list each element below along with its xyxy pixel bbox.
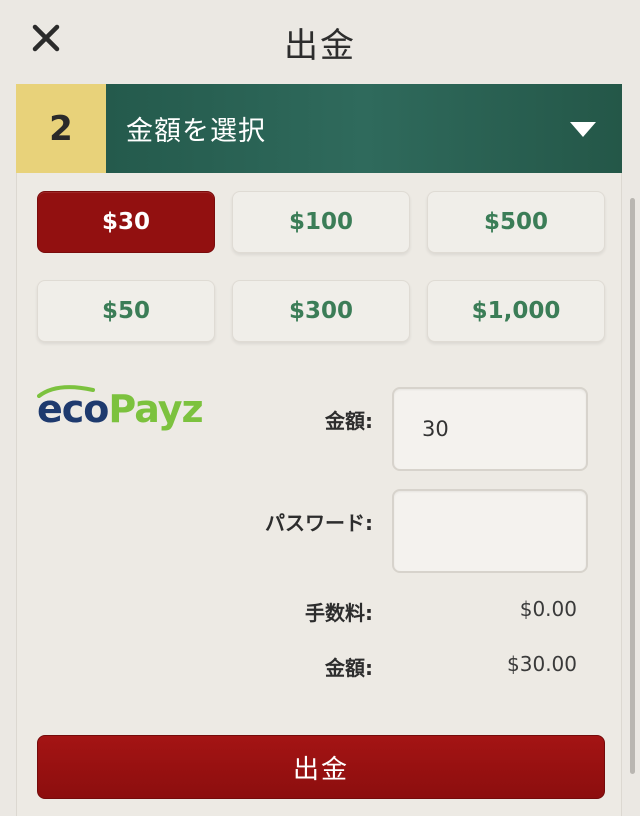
step-label: 金額を選択 [126,116,266,147]
fee-value: $0.00 [519,597,577,621]
step-number: 2 [16,84,106,173]
amount-button-300[interactable]: $300 [232,280,410,342]
amount-button-30[interactable]: $30 [37,191,215,253]
password-input[interactable] [392,489,588,573]
password-label: パスワード: [265,511,373,535]
header: 出金 [0,0,640,82]
logo-swoosh-icon [37,385,95,398]
total-value: $30.00 [507,652,577,676]
amount-label: 金額: [325,409,373,433]
total-label: 金額: [325,656,373,680]
amount-button-50[interactable]: $50 [37,280,215,342]
amount-button-500[interactable]: $500 [427,191,605,253]
step-selector[interactable]: 2 金額を選択 [16,84,622,173]
withdraw-button[interactable]: 出金 [37,735,605,799]
fee-label: 手数料: [305,601,373,625]
scrollbar[interactable] [630,198,635,774]
ecopayz-logo: ecoPayz [37,385,204,431]
caret-down-icon [570,122,596,137]
page-title: 出金 [284,26,356,66]
amount-input[interactable] [392,387,588,471]
step-header: 金額を選択 [106,84,622,173]
withdraw-page: 出金 2 金額を選択 $30 $100 $500 $50 $300 $1,000… [0,0,640,816]
amount-button-100[interactable]: $100 [232,191,410,253]
amount-panel: $30 $100 $500 $50 $300 $1,000 ecoPayz 金額… [16,173,622,816]
logo-payz-text: Payz [108,387,203,431]
amount-button-1000[interactable]: $1,000 [427,280,605,342]
